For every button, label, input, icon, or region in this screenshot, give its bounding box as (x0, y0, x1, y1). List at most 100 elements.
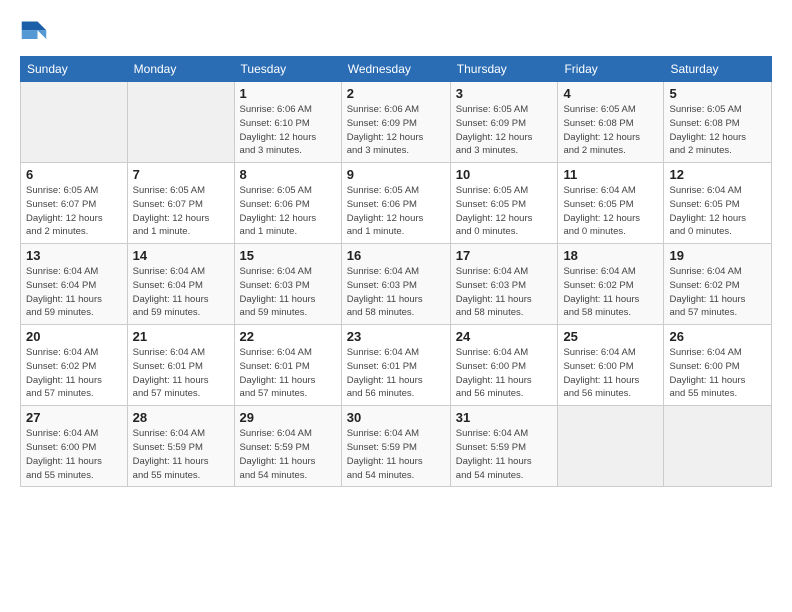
day-number: 26 (669, 329, 766, 344)
calendar-cell: 13Sunrise: 6:04 AM Sunset: 6:04 PM Dayli… (21, 244, 128, 325)
calendar-cell: 6Sunrise: 6:05 AM Sunset: 6:07 PM Daylig… (21, 163, 128, 244)
day-number: 30 (347, 410, 445, 425)
day-info: Sunrise: 6:05 AM Sunset: 6:07 PM Dayligh… (26, 184, 122, 239)
day-number: 21 (133, 329, 229, 344)
day-info: Sunrise: 6:04 AM Sunset: 6:05 PM Dayligh… (563, 184, 658, 239)
day-info: Sunrise: 6:04 AM Sunset: 6:01 PM Dayligh… (240, 346, 336, 401)
calendar-cell: 19 Sunrise: 6:04 AM Sunset: 6:02 PM Dayli… (664, 244, 772, 325)
calendar-cell: 5 Sunrise: 6:05 AM Sunset: 6:08 PM Daylig… (664, 82, 772, 163)
day-number: 10 (456, 167, 553, 182)
day-number: 12 (669, 167, 766, 182)
day-info: Sunrise: 6:04 AM Sunset: 6:02 PM Dayligh… (26, 346, 122, 401)
calendar-cell: 14 Sunrise: 6:04 AM Sunset: 6:04 PM Dayli… (127, 244, 234, 325)
calendar-cell (558, 406, 664, 487)
day-info: Sunrise: 6:05 AM Sunset: 6:05 PM Dayligh… (456, 184, 553, 239)
day-number: 19 (669, 248, 766, 263)
calendar-cell: 20 Sunrise: 6:04 AM Sunset: 6:02 PM Dayli… (21, 325, 128, 406)
day-info: Sunrise: 6:05 AM Sunset: 6:07 PM Dayligh… (133, 184, 229, 239)
calendar-cell: 15Sunrise: 6:04 AM Sunset: 6:03 PM Dayli… (234, 244, 341, 325)
calendar: SundayMondayTuesdayWednesdayThursdayFrid… (20, 56, 772, 487)
day-number: 27 (26, 410, 122, 425)
day-number: 31 (456, 410, 553, 425)
calendar-cell: 10 Sunrise: 6:05 AM Sunset: 6:05 PM Dayli… (450, 163, 558, 244)
week-row-4: 20 Sunrise: 6:04 AM Sunset: 6:02 PM Dayli… (21, 325, 772, 406)
day-number: 14 (133, 248, 229, 263)
day-info: Sunrise: 6:04 AM Sunset: 6:02 PM Dayligh… (669, 265, 766, 320)
calendar-cell: 16Sunrise: 6:04 AM Sunset: 6:03 PM Dayli… (341, 244, 450, 325)
weekday-header-wednesday: Wednesday (341, 57, 450, 82)
day-number: 29 (240, 410, 336, 425)
day-info: Sunrise: 6:05 AM Sunset: 6:08 PM Dayligh… (669, 103, 766, 158)
calendar-cell: 28 Sunrise: 6:04 AM Sunset: 5:59 PM Dayli… (127, 406, 234, 487)
calendar-cell: 17Sunrise: 6:04 AM Sunset: 6:03 PM Dayli… (450, 244, 558, 325)
calendar-cell: 22 Sunrise: 6:04 AM Sunset: 6:01 PM Dayli… (234, 325, 341, 406)
day-number: 24 (456, 329, 553, 344)
day-info: Sunrise: 6:04 AM Sunset: 6:00 PM Dayligh… (456, 346, 553, 401)
day-number: 2 (347, 86, 445, 101)
week-row-5: 27 Sunrise: 6:04 AM Sunset: 6:00 PM Dayli… (21, 406, 772, 487)
calendar-cell: 31 Sunrise: 6:04 AM Sunset: 5:59 PM Dayli… (450, 406, 558, 487)
day-info: Sunrise: 6:05 AM Sunset: 6:09 PM Dayligh… (456, 103, 553, 158)
day-number: 22 (240, 329, 336, 344)
page: SundayMondayTuesdayWednesdayThursdayFrid… (0, 0, 792, 612)
calendar-cell: 18Sunrise: 6:04 AM Sunset: 6:02 PM Dayli… (558, 244, 664, 325)
day-number: 28 (133, 410, 229, 425)
calendar-cell: 2 Sunrise: 6:06 AM Sunset: 6:09 PM Daylig… (341, 82, 450, 163)
day-number: 4 (563, 86, 658, 101)
calendar-cell: 29 Sunrise: 6:04 AM Sunset: 5:59 PM Dayli… (234, 406, 341, 487)
day-info: Sunrise: 6:06 AM Sunset: 6:09 PM Dayligh… (347, 103, 445, 158)
day-info: Sunrise: 6:04 AM Sunset: 6:00 PM Dayligh… (669, 346, 766, 401)
calendar-cell: 26 Sunrise: 6:04 AM Sunset: 6:00 PM Dayli… (664, 325, 772, 406)
calendar-body: 1 Sunrise: 6:06 AM Sunset: 6:10 PM Daylig… (21, 82, 772, 487)
week-row-3: 13Sunrise: 6:04 AM Sunset: 6:04 PM Dayli… (21, 244, 772, 325)
calendar-cell: 27 Sunrise: 6:04 AM Sunset: 6:00 PM Dayli… (21, 406, 128, 487)
day-number: 25 (563, 329, 658, 344)
day-info: Sunrise: 6:04 AM Sunset: 6:05 PM Dayligh… (669, 184, 766, 239)
day-number: 20 (26, 329, 122, 344)
calendar-cell (127, 82, 234, 163)
weekday-row: SundayMondayTuesdayWednesdayThursdayFrid… (21, 57, 772, 82)
day-number: 8 (240, 167, 336, 182)
weekday-header-sunday: Sunday (21, 57, 128, 82)
calendar-cell: 1 Sunrise: 6:06 AM Sunset: 6:10 PM Daylig… (234, 82, 341, 163)
day-info: Sunrise: 6:04 AM Sunset: 6:01 PM Dayligh… (347, 346, 445, 401)
calendar-cell: 7 Sunrise: 6:05 AM Sunset: 6:07 PM Daylig… (127, 163, 234, 244)
logo-icon (20, 18, 48, 46)
day-number: 16 (347, 248, 445, 263)
calendar-cell (664, 406, 772, 487)
day-number: 9 (347, 167, 445, 182)
calendar-cell: 24 Sunrise: 6:04 AM Sunset: 6:00 PM Dayli… (450, 325, 558, 406)
day-info: Sunrise: 6:05 AM Sunset: 6:08 PM Dayligh… (563, 103, 658, 158)
day-info: Sunrise: 6:04 AM Sunset: 6:04 PM Dayligh… (26, 265, 122, 320)
day-info: Sunrise: 6:05 AM Sunset: 6:06 PM Dayligh… (347, 184, 445, 239)
day-info: Sunrise: 6:05 AM Sunset: 6:06 PM Dayligh… (240, 184, 336, 239)
calendar-cell: 21Sunrise: 6:04 AM Sunset: 6:01 PM Dayli… (127, 325, 234, 406)
calendar-cell: 4 Sunrise: 6:05 AM Sunset: 6:08 PM Daylig… (558, 82, 664, 163)
calendar-cell: 8 Sunrise: 6:05 AM Sunset: 6:06 PM Daylig… (234, 163, 341, 244)
header (20, 18, 772, 46)
day-number: 7 (133, 167, 229, 182)
calendar-header: SundayMondayTuesdayWednesdayThursdayFrid… (21, 57, 772, 82)
logo (20, 18, 52, 46)
calendar-cell (21, 82, 128, 163)
day-number: 17 (456, 248, 553, 263)
calendar-cell: 23Sunrise: 6:04 AM Sunset: 6:01 PM Dayli… (341, 325, 450, 406)
day-number: 11 (563, 167, 658, 182)
day-info: Sunrise: 6:04 AM Sunset: 6:03 PM Dayligh… (240, 265, 336, 320)
day-number: 5 (669, 86, 766, 101)
day-info: Sunrise: 6:04 AM Sunset: 5:59 PM Dayligh… (347, 427, 445, 482)
calendar-cell: 9 Sunrise: 6:05 AM Sunset: 6:06 PM Daylig… (341, 163, 450, 244)
weekday-header-tuesday: Tuesday (234, 57, 341, 82)
calendar-cell: 3Sunrise: 6:05 AM Sunset: 6:09 PM Daylig… (450, 82, 558, 163)
day-info: Sunrise: 6:06 AM Sunset: 6:10 PM Dayligh… (240, 103, 336, 158)
week-row-2: 6Sunrise: 6:05 AM Sunset: 6:07 PM Daylig… (21, 163, 772, 244)
day-info: Sunrise: 6:04 AM Sunset: 6:00 PM Dayligh… (26, 427, 122, 482)
calendar-cell: 12 Sunrise: 6:04 AM Sunset: 6:05 PM Dayli… (664, 163, 772, 244)
day-info: Sunrise: 6:04 AM Sunset: 6:00 PM Dayligh… (563, 346, 658, 401)
day-info: Sunrise: 6:04 AM Sunset: 5:59 PM Dayligh… (133, 427, 229, 482)
day-number: 1 (240, 86, 336, 101)
day-info: Sunrise: 6:04 AM Sunset: 6:04 PM Dayligh… (133, 265, 229, 320)
day-info: Sunrise: 6:04 AM Sunset: 5:59 PM Dayligh… (456, 427, 553, 482)
day-number: 18 (563, 248, 658, 263)
day-info: Sunrise: 6:04 AM Sunset: 5:59 PM Dayligh… (240, 427, 336, 482)
